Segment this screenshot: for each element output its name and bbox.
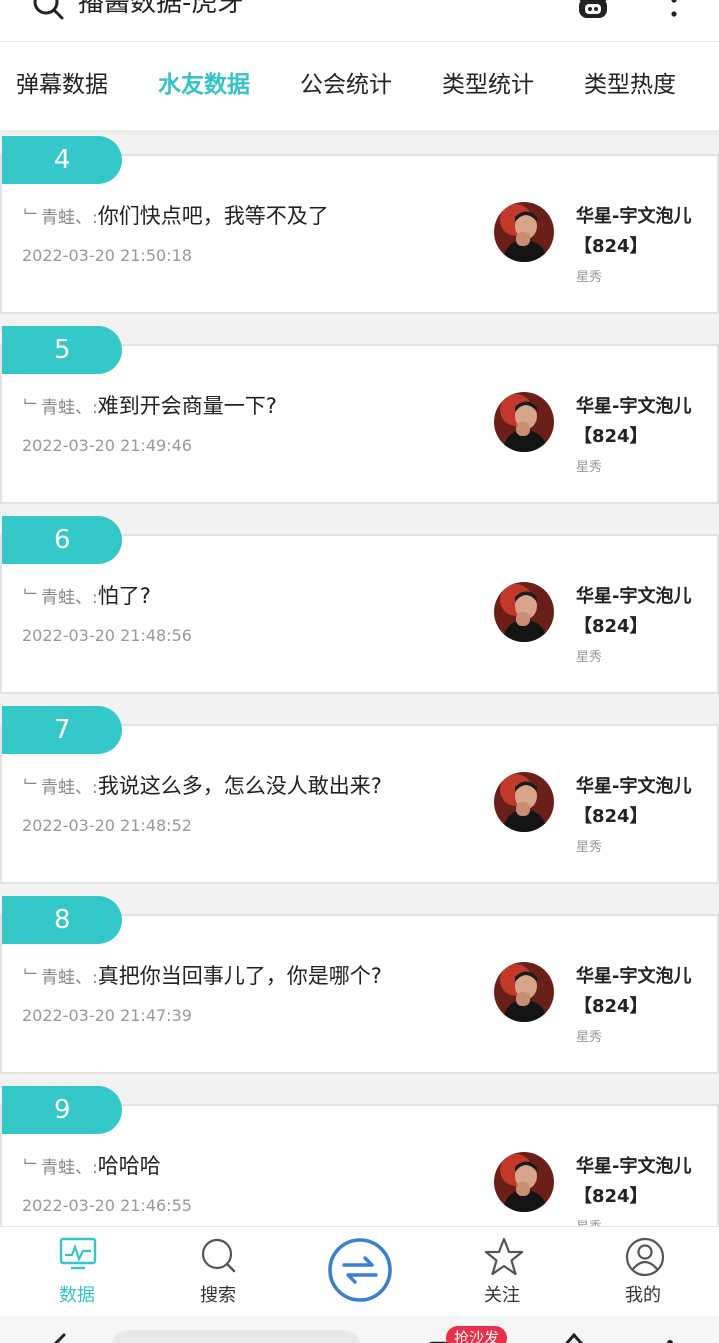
nav-mine-label: 我的 [625,1285,661,1306]
comment-time: 2022-03-20 21:48:56 [22,626,192,645]
anchor-category: 星秀 [576,840,603,855]
list-item[interactable]: 4 ﹂青蛙、:你们快点吧，我等不及了 2022-03-20 21:50:18 华… [0,136,719,326]
system-bar: 抢沙发 [0,1316,719,1343]
nav-data[interactable]: 数据 [27,1227,127,1317]
avatar[interactable] [494,202,554,266]
tab-fan-data[interactable]: 水友数据 [158,70,250,100]
back-arrow-icon[interactable] [50,1332,70,1343]
tab-danmaku-data[interactable]: 弹幕数据 [16,70,108,100]
comment-text: 真把你当回事儿了，你是哪个? [97,964,382,988]
list-item[interactable]: 9 ﹂青蛙、:哈哈哈 2022-03-20 21:46:55 华星-宇文泡儿 【… [0,1086,719,1226]
top-header: 播酱数据-虎牙 [0,0,719,42]
comment-user: ﹂青蛙、: [24,398,98,418]
anchor-name[interactable]: 华星-宇文泡儿 [576,1152,691,1178]
anchor-category: 星秀 [576,460,603,475]
rank-badge: 6 [2,516,122,564]
comment-time: 2022-03-20 21:46:55 [22,1196,192,1215]
list-item[interactable]: 8 ﹂青蛙、:真把你当回事儿了，你是哪个? 2022-03-20 21:47:3… [0,896,719,1086]
search-icon[interactable] [32,0,66,26]
nav-search-label: 搜索 [200,1285,236,1306]
list-item[interactable]: 6 ﹂青蛙、:怕了? 2022-03-20 21:48:56 华星-宇文泡儿 【… [0,516,719,706]
anchor-category: 星秀 [576,650,603,665]
rank-badge: 5 [2,326,122,374]
comment-text: 难到开会商量一下? [97,394,277,418]
comment-user: ﹂青蛙、: [24,588,98,608]
anchor-room: 【824】 [574,426,648,447]
user-profile-icon [625,1237,665,1281]
anchor-name[interactable]: 华星-宇文泡儿 [576,392,691,418]
rank-badge: 9 [2,1086,122,1134]
comment-message: ﹂青蛙、:怕了? [24,580,151,610]
comment-message: ﹂青蛙、:真把你当回事儿了，你是哪个? [24,960,382,990]
anchor-category: 星秀 [576,1216,602,1226]
list-item[interactable]: 7 ﹂青蛙、:我说这么多，怎么没人敢出来? 2022-03-20 21:48:5… [0,706,719,896]
anchor-room: 【824】 [574,236,648,257]
anchor-room: 【824】 [574,1186,648,1207]
anchor-name[interactable]: 华星-宇文泡儿 [576,582,691,608]
anchor-category: 星秀 [576,270,603,285]
comment-time: 2022-03-20 21:47:39 [22,1006,192,1025]
anchor-name[interactable]: 华星-宇文泡儿 [576,202,691,228]
anchor-name[interactable]: 华星-宇文泡儿 [576,772,691,798]
comment-text: 你们快点吧，我等不及了 [97,204,329,228]
menu-dot-icon[interactable] [660,1332,680,1343]
nav-follow-label: 关注 [484,1285,520,1306]
bottom-nav: 数据 搜索 关注 我的 [0,1226,719,1316]
comment-user: ﹂青蛙、: [24,778,98,798]
comment-user: ﹂青蛙、: [24,1158,98,1178]
rank-badge: 8 [2,896,122,944]
tab-type-heat[interactable]: 类型热度 [584,70,676,100]
comment-user: ﹂青蛙、: [24,968,98,988]
tab-bar: 弹幕数据 水友数据 公会统计 类型统计 类型热度 [0,42,719,130]
comment-message: ﹂青蛙、:我说这么多，怎么没人敢出来? [24,770,382,800]
search-icon [200,1237,238,1279]
sofa-badge[interactable]: 抢沙发 [446,1326,508,1343]
more-icon[interactable] [664,0,684,26]
anchor-room: 【824】 [574,806,648,827]
switch-arrows-icon[interactable] [327,1237,393,1307]
comment-list[interactable]: 4 ﹂青蛙、:你们快点吧，我等不及了 2022-03-20 21:50:18 华… [0,136,719,1226]
rank-badge: 7 [2,706,122,754]
anchor-room: 【824】 [574,996,648,1017]
comment-message: ﹂青蛙、:难到开会商量一下? [24,390,277,420]
comment-message: ﹂青蛙、:哈哈哈 [24,1150,161,1180]
app-root: 播酱数据-虎牙 弹幕数据 水友数据 公会统计 类型统计 类型热度 4 ﹂青蛙、:… [0,0,719,1343]
bear-logo-icon[interactable] [576,0,610,24]
nav-search[interactable]: 搜索 [168,1227,268,1317]
anchor-room: 【824】 [574,616,648,637]
nav-follow[interactable]: 关注 [452,1227,552,1317]
nav-mine[interactable]: 我的 [593,1227,693,1317]
chevron-up-icon[interactable] [564,1330,584,1343]
avatar[interactable] [494,392,554,456]
comment-message: ﹂青蛙、:你们快点吧，我等不及了 [24,200,329,230]
avatar[interactable] [494,1152,554,1216]
anchor-category: 星秀 [576,1030,603,1045]
comment-input-pill[interactable] [112,1330,360,1343]
chart-monitor-icon [59,1237,97,1275]
comment-text: 怕了? [97,584,151,608]
comment-user: ﹂青蛙、: [24,208,98,228]
anchor-name[interactable]: 华星-宇文泡儿 [576,962,691,988]
comment-time: 2022-03-20 21:49:46 [22,436,192,455]
list-item[interactable]: 5 ﹂青蛙、:难到开会商量一下? 2022-03-20 21:49:46 华星-… [0,326,719,516]
tab-type-stats[interactable]: 类型统计 [442,70,534,100]
comment-time: 2022-03-20 21:50:18 [22,246,192,265]
tab-guild-stats[interactable]: 公会统计 [300,70,392,100]
comment-text: 哈哈哈 [97,1154,161,1178]
star-icon [484,1237,524,1281]
avatar[interactable] [494,772,554,836]
comment-time: 2022-03-20 21:48:52 [22,816,192,835]
nav-data-label: 数据 [59,1285,95,1306]
rank-badge: 4 [2,136,122,184]
page-title: 播酱数据-虎牙 [78,0,244,18]
avatar[interactable] [494,582,554,646]
avatar[interactable] [494,962,554,1026]
comment-text: 我说这么多，怎么没人敢出来? [97,774,382,798]
